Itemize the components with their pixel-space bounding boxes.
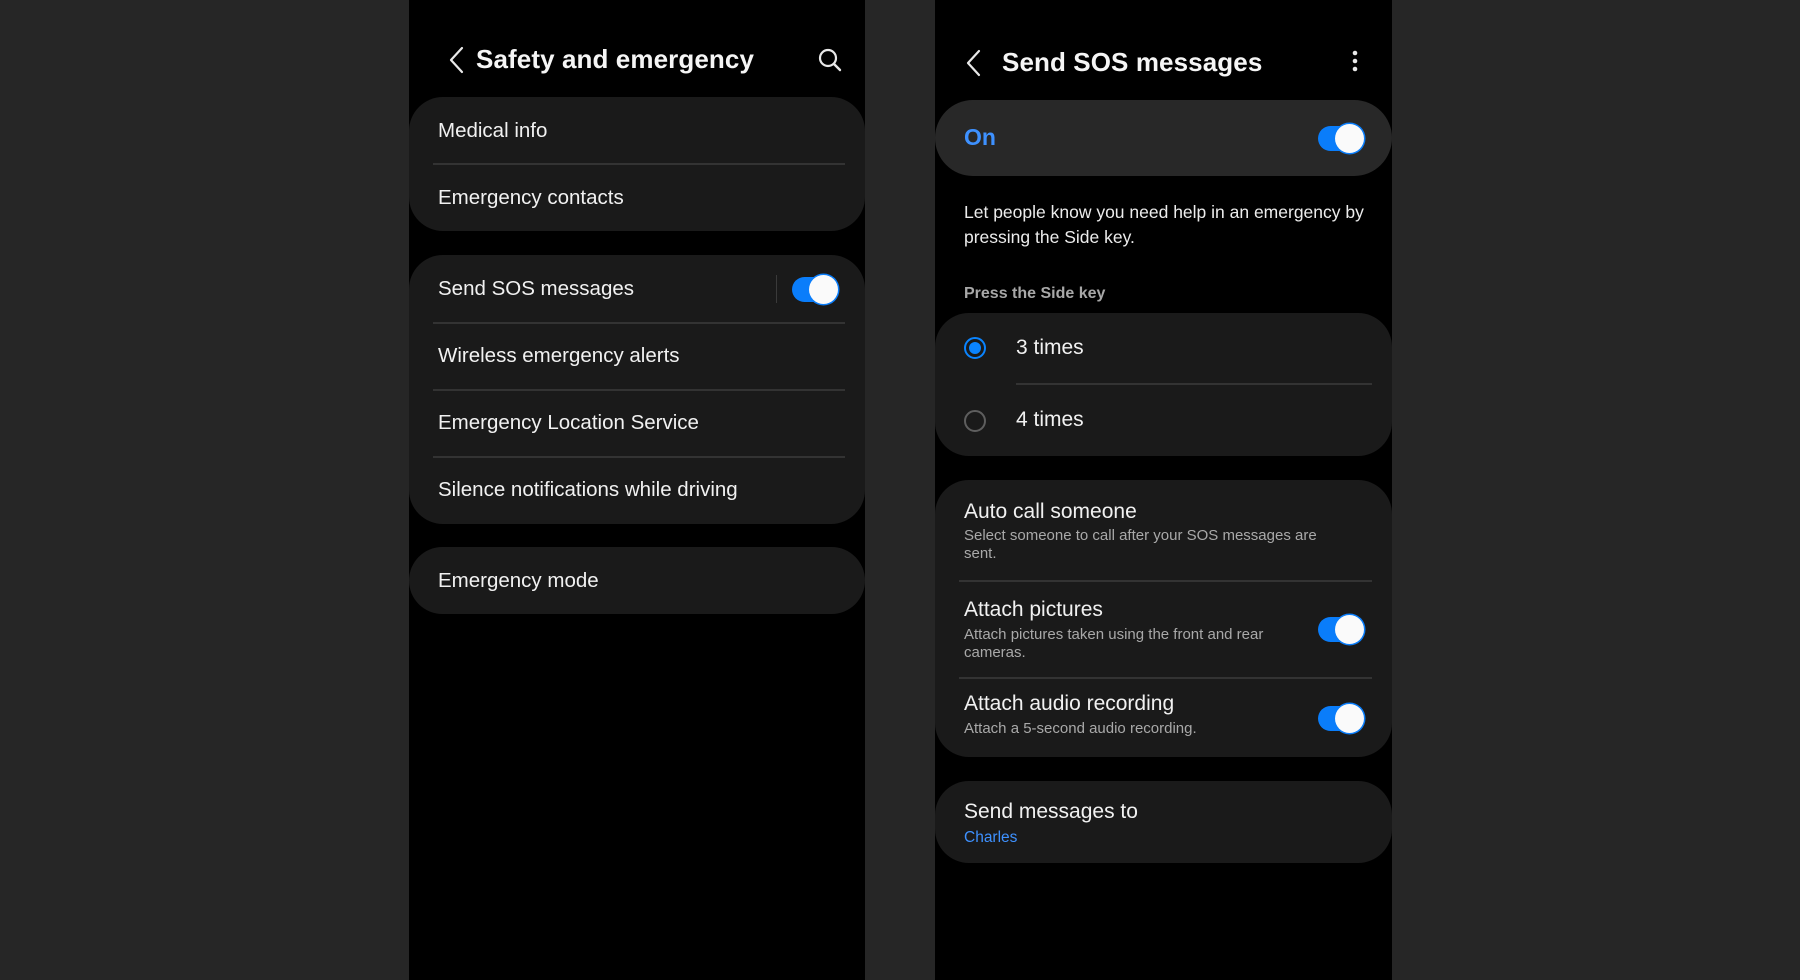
app-bar: Safety and emergency — [409, 0, 865, 100]
chevron-left-icon — [966, 49, 981, 77]
list-item-emergency-mode[interactable]: Emergency mode — [409, 547, 865, 614]
list-item-label: Emergency Location Service — [438, 411, 699, 434]
vertical-separator — [776, 275, 777, 303]
list-item-silence-notifications-driving[interactable]: Silence notifications while driving — [409, 456, 865, 524]
settings-group-sos: Send SOS messages Wireless emergency ale… — [409, 255, 865, 524]
send-sos-toggle[interactable] — [792, 275, 838, 304]
settings-group-mode: Emergency mode — [409, 547, 865, 614]
list-item-label: Medical info — [438, 119, 548, 142]
attach-audio-toggle[interactable] — [1318, 704, 1364, 733]
page-title: Safety and emergency — [476, 44, 755, 74]
attach-pictures-toggle[interactable] — [1318, 615, 1364, 644]
page-title: Send SOS messages — [1002, 47, 1263, 77]
recipient-name: Charles — [964, 829, 1018, 846]
toggle-knob — [1335, 615, 1364, 644]
list-item-wireless-emergency-alerts[interactable]: Wireless emergency alerts — [409, 322, 865, 389]
list-item-attach-pictures[interactable]: Attach pictures Attach pictures taken us… — [935, 580, 1392, 677]
settings-group-info: Medical info Emergency contacts — [409, 97, 865, 231]
back-button[interactable] — [964, 48, 984, 78]
list-item-emergency-location-service[interactable]: Emergency Location Service — [409, 389, 865, 456]
list-item-title: Attach pictures — [964, 598, 1103, 621]
list-item-subtitle: Attach a 5-second audio recording. — [964, 720, 1197, 737]
master-switch-toggle[interactable] — [1318, 124, 1364, 153]
press-count-radio-group: 3 times 4 times — [935, 313, 1392, 456]
list-item-title: Attach audio recording — [964, 692, 1175, 715]
list-item-label: Wireless emergency alerts — [438, 344, 680, 367]
list-item-title: Send messages to — [964, 800, 1138, 823]
description-text: Let people know you need help in an emer… — [964, 202, 1364, 247]
list-item-label: Emergency contacts — [438, 186, 624, 209]
radio-option-label: 3 times — [1016, 336, 1084, 359]
toggle-knob — [809, 275, 838, 304]
send-messages-to-card[interactable]: Send messages to Charles — [935, 781, 1392, 863]
radio-option-3-times[interactable]: 3 times — [935, 313, 1392, 384]
search-button[interactable] — [817, 47, 843, 73]
list-item-emergency-contacts[interactable]: Emergency contacts — [409, 164, 865, 231]
sos-options-group: Auto call someone Select someone to call… — [935, 480, 1392, 757]
search-icon — [818, 48, 842, 72]
safety-emergency-screen: Safety and emergency Medical info Emerge… — [409, 0, 865, 980]
list-item-label: Send SOS messages — [438, 277, 634, 300]
chevron-left-icon — [449, 46, 464, 74]
radio-option-4-times[interactable]: 4 times — [935, 384, 1392, 456]
list-item-auto-call-someone[interactable]: Auto call someone Select someone to call… — [935, 480, 1392, 580]
list-item-attach-audio-recording[interactable]: Attach audio recording Attach a 5-second… — [935, 677, 1392, 757]
toggle-knob — [1335, 124, 1364, 153]
more-vertical-icon — [1352, 50, 1358, 72]
app-bar: Send SOS messages — [935, 0, 1392, 100]
radio-selected-icon[interactable] — [964, 337, 986, 359]
list-item-label: Emergency mode — [438, 569, 599, 592]
list-item-label: Silence notifications while driving — [438, 478, 738, 501]
more-options-button[interactable] — [1348, 48, 1362, 76]
list-item-medical-info[interactable]: Medical info — [409, 97, 865, 164]
master-switch-label: On — [964, 124, 996, 150]
list-item-subtitle: Select someone to call after your SOS me… — [964, 527, 1317, 562]
list-item-title: Auto call someone — [964, 500, 1137, 523]
list-item-send-sos-messages[interactable]: Send SOS messages — [409, 255, 865, 322]
section-header: Press the Side key — [964, 285, 1106, 302]
list-item-subtitle: Attach pictures taken using the front an… — [964, 626, 1264, 661]
send-sos-messages-screen: Send SOS messages On Let people know you… — [935, 0, 1392, 980]
master-switch-card[interactable]: On — [935, 100, 1392, 176]
radio-option-label: 4 times — [1016, 408, 1084, 431]
back-button[interactable] — [447, 45, 467, 75]
radio-unselected-icon[interactable] — [964, 410, 986, 432]
toggle-knob — [1335, 704, 1364, 733]
